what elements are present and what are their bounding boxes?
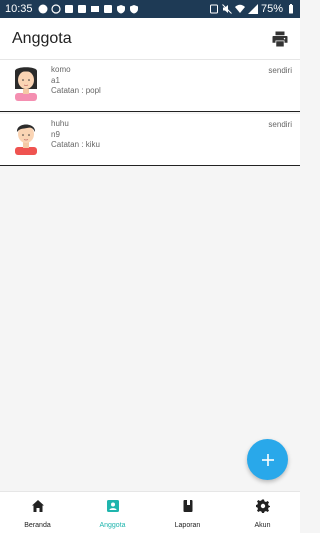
plus-icon [261,453,274,466]
member-name: komo [51,65,71,74]
nav-label: Beranda [24,522,51,529]
member-list: komo a1 Catatan : popl sendiri huhu n9 C… [0,60,300,166]
nav-label: Laporan [174,522,201,529]
book-icon [181,499,195,518]
print-button[interactable] [270,29,290,49]
nfc-icon [209,4,219,14]
mute-icon [222,4,232,14]
nav-item-anggota[interactable]: Anggota [75,492,150,533]
add-member-button[interactable] [247,439,288,480]
status-left: 10:35 [5,3,139,15]
gear-icon [255,499,270,518]
nav-label: Akun [254,522,271,529]
gallery-icon [90,5,100,14]
battery-percentage: 75% [260,3,283,15]
member-list-item[interactable]: komo a1 Catatan : popl sendiri [0,60,300,112]
male-avatar-icon [11,119,41,155]
bottom-navigation: Beranda Anggota Laporan Akun [0,491,300,533]
member-list-item[interactable]: huhu n9 Catatan : kiku sendiri [0,114,300,166]
battery-icon [286,4,296,14]
member-name: huhu [51,119,69,128]
member-note: Catatan : kiku [51,140,100,149]
nav-item-beranda[interactable]: Beranda [0,492,75,533]
facebook-icon [103,5,113,14]
member-status: sendiri [268,120,292,129]
member-info: huhu n9 Catatan : kiku [51,119,100,151]
person-badge-icon [106,499,120,518]
status-bar: 10:35 75% [0,0,300,18]
nav-label: Anggota [99,522,126,529]
signal-icon [247,4,258,14]
home-icon [31,499,45,518]
facebook-icon [64,5,74,14]
page-title: Anggota [12,29,72,47]
member-info: komo a1 Catatan : popl [51,65,101,97]
status-right: 75% [209,3,296,15]
shield-icon [129,5,139,14]
nav-item-akun[interactable]: Akun [225,492,300,533]
wifi-icon [234,4,245,14]
member-code: a1 [51,75,60,85]
shield-icon [116,5,126,14]
facebook-icon [77,5,87,14]
whatsapp-icon [50,4,61,14]
nav-item-laporan[interactable]: Laporan [150,492,225,533]
status-time: 10:35 [5,3,33,15]
female-avatar-icon [11,65,41,101]
member-code: n9 [51,129,60,139]
app-bar: Anggota [0,18,300,60]
member-status: sendiri [268,66,292,75]
notification-app-icon [38,4,48,14]
member-note: Catatan : popl [51,86,101,95]
print-icon [272,31,288,46]
